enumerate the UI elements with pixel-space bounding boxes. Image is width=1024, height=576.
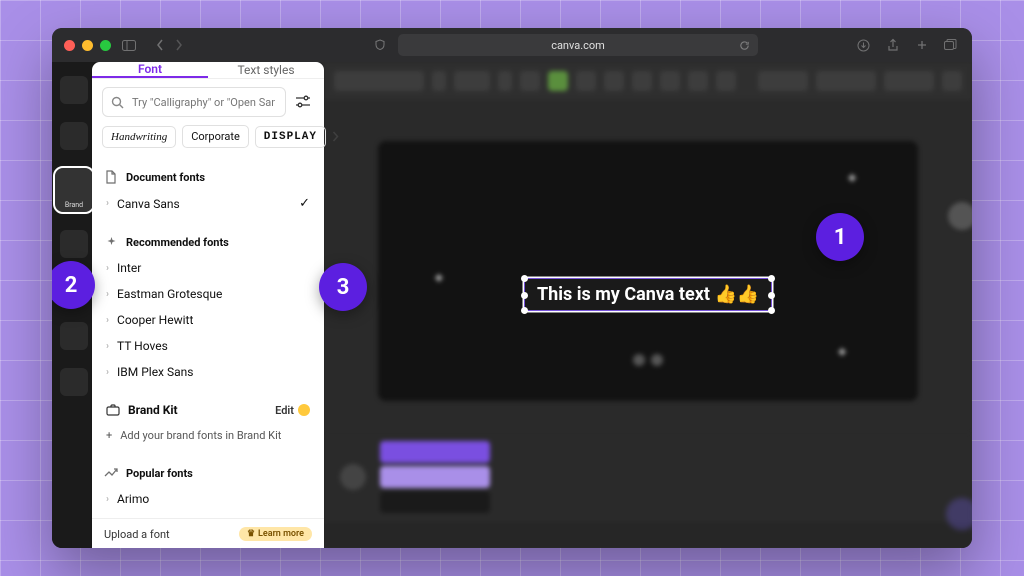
tab-text-styles[interactable]: Text styles	[208, 62, 324, 78]
chevron-right-icon: ›	[106, 494, 109, 505]
chevron-right-icon: ›	[106, 367, 109, 378]
font-name: Inter	[117, 261, 141, 275]
add-brand-font-label: Add your brand fonts in Brand Kit	[120, 429, 281, 442]
download-icon[interactable]	[856, 38, 871, 53]
crown-pro-icon	[298, 404, 310, 416]
close-window-button[interactable]	[64, 40, 75, 51]
traffic-lights	[64, 40, 111, 51]
canvas-text-content: This is my Canva text 👍👍	[537, 284, 759, 305]
font-row[interactable]: › Inter	[104, 255, 312, 281]
rail-item[interactable]	[60, 76, 88, 104]
sparkle-icon	[104, 235, 118, 249]
chevron-right-icon: ›	[106, 198, 109, 209]
rail-item[interactable]	[60, 322, 88, 350]
filter-sliders-icon[interactable]	[292, 91, 314, 113]
chip-handwriting[interactable]: Handwriting	[102, 126, 176, 148]
font-row[interactable]: › IBM Plex Sans	[104, 359, 312, 385]
rail-item[interactable]	[60, 368, 88, 396]
rail-item-label: Brand	[55, 201, 93, 209]
chevron-right-icon: ›	[106, 341, 109, 352]
chevron-right-icon: ›	[106, 289, 109, 300]
panel-footer: Upload a font ♛ Learn more	[92, 518, 324, 548]
selected-text-element[interactable]: This is my Canva text 👍👍	[524, 278, 772, 311]
new-tab-icon[interactable]	[914, 38, 929, 53]
upload-font-button[interactable]: Upload a font	[104, 528, 170, 541]
chip-corporate[interactable]: Corporate	[182, 125, 249, 148]
rail-item[interactable]	[60, 122, 88, 150]
play-button[interactable]	[340, 464, 366, 490]
document-icon	[104, 170, 118, 184]
rail-item[interactable]	[60, 230, 88, 258]
tabs-overview-icon[interactable]	[943, 38, 958, 53]
brand-kit-icon	[106, 404, 120, 416]
browser-window: canva.com Brand Fo	[52, 28, 972, 548]
status-bar	[324, 522, 972, 548]
design-canvas[interactable]: ✦ ✦ ✦	[378, 141, 918, 401]
section-recommended-fonts: Recommended fonts	[126, 236, 229, 249]
section-popular-fonts: Popular fonts	[126, 467, 193, 480]
tab-font[interactable]: Font	[92, 62, 208, 78]
forward-button[interactable]	[171, 38, 186, 53]
font-row-canva-sans[interactable]: › Canva Sans ✓	[104, 190, 312, 217]
add-brand-font-button[interactable]: + Add your brand fonts in Brand Kit	[104, 423, 312, 448]
font-name: Cooper Hewitt	[117, 313, 193, 327]
back-button[interactable]	[152, 38, 167, 53]
check-icon: ✓	[299, 196, 310, 211]
font-name: Eastman Grotesque	[117, 287, 222, 301]
font-panel: Font Text styles Handwriting Corporate D…	[92, 62, 324, 548]
refresh-icon[interactable]	[737, 38, 752, 53]
font-row[interactable]: › Cooper Hewitt	[104, 307, 312, 333]
chevron-right-icon: ›	[106, 315, 109, 326]
url-bar[interactable]: canva.com	[398, 34, 758, 56]
maximize-window-button[interactable]	[100, 40, 111, 51]
font-search-box[interactable]	[102, 87, 286, 117]
font-search-input[interactable]	[130, 95, 277, 110]
search-icon	[111, 96, 124, 109]
add-page-button[interactable]	[948, 500, 972, 528]
font-name: Arimo	[117, 492, 149, 506]
annotation-callout-1: 1	[816, 213, 864, 261]
sidebar-toggle-icon[interactable]	[121, 38, 136, 53]
font-row[interactable]: › TT Hoves	[104, 333, 312, 359]
top-toolbar	[324, 62, 972, 100]
chevron-right-icon: ›	[106, 263, 109, 274]
rail-item-brand[interactable]: Brand	[55, 168, 93, 212]
share-icon[interactable]	[885, 38, 900, 53]
comment-button[interactable]	[948, 202, 972, 230]
app-content: Brand Font Text styles	[52, 62, 972, 548]
section-document-fonts: Document fonts	[126, 171, 205, 184]
url-text: canva.com	[551, 39, 605, 52]
minimize-window-button[interactable]	[82, 40, 93, 51]
font-name: IBM Plex Sans	[117, 365, 193, 379]
chips-scroll-right-icon[interactable]	[332, 131, 339, 142]
crown-icon: ♛	[247, 529, 255, 539]
annotation-callout-3: 3	[319, 263, 367, 311]
trending-icon	[104, 466, 118, 480]
browser-titlebar: canva.com	[52, 28, 972, 62]
brand-kit-title: Brand Kit	[128, 403, 178, 417]
font-row[interactable]: › Arimo	[104, 486, 312, 512]
timeline	[324, 432, 972, 522]
font-row[interactable]: › Eastman Grotesque	[104, 281, 312, 307]
privacy-shield-icon[interactable]	[372, 38, 387, 53]
font-name: TT Hoves	[117, 339, 168, 353]
brand-kit-edit-button[interactable]: Edit	[275, 404, 310, 417]
plus-icon: +	[106, 429, 112, 442]
font-name: Canva Sans	[117, 197, 180, 211]
learn-more-button[interactable]: ♛ Learn more	[239, 527, 312, 541]
chip-display[interactable]: DISPLAY	[255, 126, 326, 148]
